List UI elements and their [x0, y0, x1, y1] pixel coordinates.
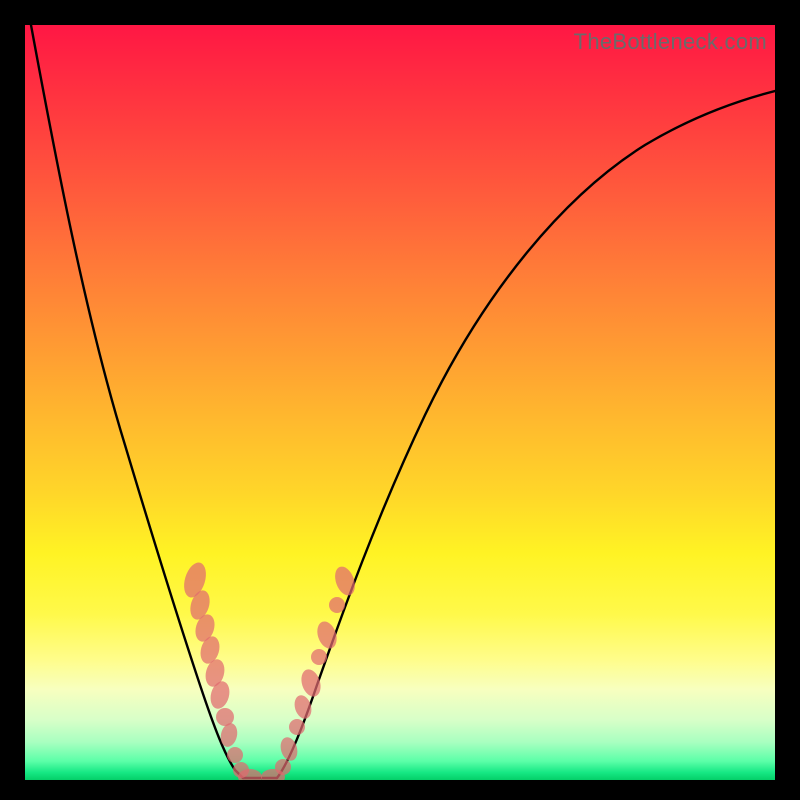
bead-cluster-right	[275, 564, 359, 775]
curve-right-branch	[277, 91, 775, 778]
plot-area: TheBottleneck.com	[25, 25, 775, 780]
chart-frame: TheBottleneck.com	[0, 0, 800, 800]
bead-cluster-left	[180, 560, 249, 778]
bottleneck-curve	[25, 25, 775, 780]
